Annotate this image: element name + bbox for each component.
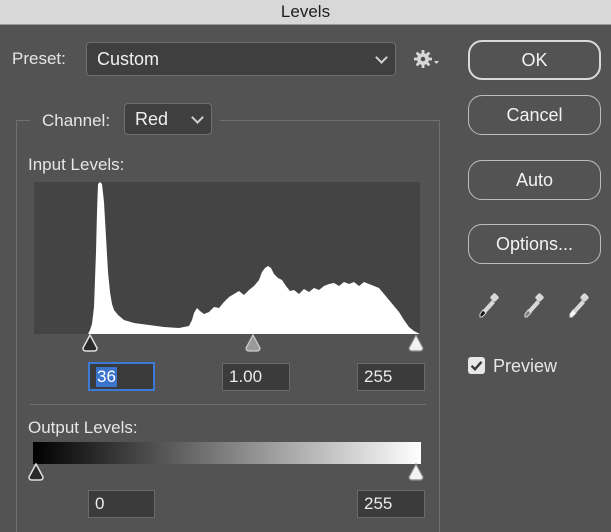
output-black-field[interactable]: 0 <box>88 490 155 518</box>
input-black-slider[interactable] <box>81 334 99 352</box>
input-gamma-slider[interactable] <box>244 334 262 352</box>
checkmark-icon <box>470 361 483 371</box>
section-divider <box>30 404 426 405</box>
output-black-slider[interactable] <box>27 463 45 481</box>
white-point-eyedropper-icon[interactable] <box>568 293 592 319</box>
chevron-down-icon <box>191 111 204 124</box>
output-white-value: 255 <box>364 494 393 513</box>
histogram-graph <box>88 182 420 334</box>
input-white-field[interactable]: 255 <box>357 363 425 391</box>
options-button[interactable]: Options... <box>468 224 601 264</box>
ok-button[interactable]: OK <box>468 40 601 80</box>
preset-select[interactable]: Custom <box>86 42 396 76</box>
output-levels-label: Output Levels: <box>28 418 138 437</box>
channel-select[interactable]: Red <box>124 103 212 135</box>
preview-checkbox[interactable] <box>468 357 485 374</box>
input-white-value: 255 <box>364 367 393 386</box>
input-black-value: 36 <box>96 366 117 387</box>
input-gamma-field[interactable]: 1.00 <box>222 363 290 391</box>
preset-value: Custom <box>97 48 160 69</box>
channel-label: Channel: <box>42 111 111 130</box>
channel-value: Red <box>135 108 169 129</box>
gray-point-eyedropper-icon[interactable] <box>523 293 547 319</box>
input-black-field[interactable]: 36 <box>88 362 155 391</box>
output-white-field[interactable]: 255 <box>357 490 425 518</box>
chevron-down-icon <box>375 51 388 64</box>
auto-button[interactable]: Auto <box>468 160 601 200</box>
preview-label: Preview <box>493 356 558 376</box>
output-black-value: 0 <box>95 494 105 513</box>
output-gradient-bar <box>33 442 421 464</box>
window-title: Levels <box>0 0 611 25</box>
preset-label: Preset: <box>12 49 66 68</box>
gear-icon[interactable] <box>413 48 441 70</box>
input-levels-label: Input Levels: <box>28 155 125 174</box>
input-white-slider[interactable] <box>407 334 425 352</box>
output-white-slider[interactable] <box>407 463 425 481</box>
histogram-bars <box>88 182 420 334</box>
cancel-button[interactable]: Cancel <box>468 95 601 135</box>
input-gamma-value: 1.00 <box>229 367 263 386</box>
black-point-eyedropper-icon[interactable] <box>478 293 502 319</box>
histogram <box>34 182 420 334</box>
